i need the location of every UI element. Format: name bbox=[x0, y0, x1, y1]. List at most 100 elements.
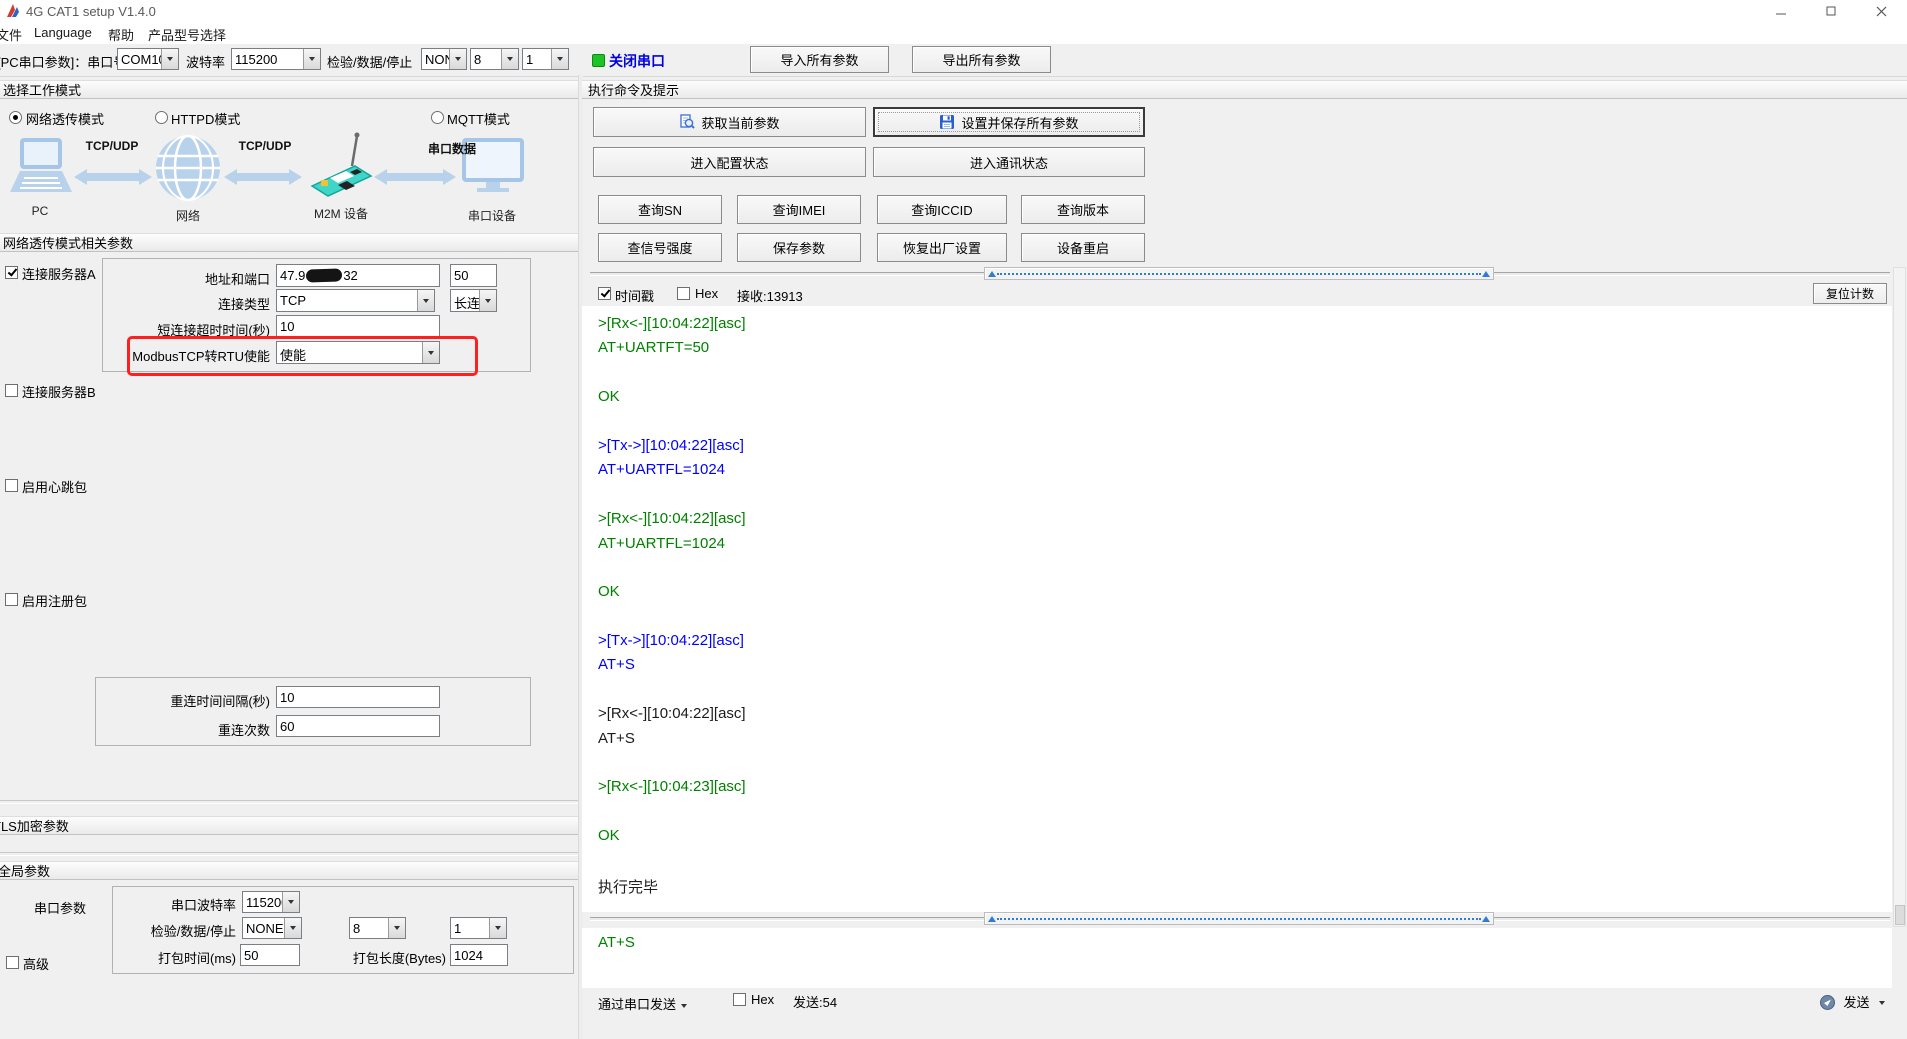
chevron-down-icon[interactable] bbox=[422, 342, 439, 363]
conn-type-select[interactable]: TCP bbox=[276, 289, 435, 312]
chevron-down-icon[interactable] bbox=[501, 49, 518, 69]
slider-thumb[interactable] bbox=[984, 912, 1494, 925]
server-address-input[interactable]: 47.9 32 bbox=[276, 264, 440, 287]
modbus-value: 使能 bbox=[280, 348, 307, 363]
chevron-down-icon[interactable] bbox=[449, 49, 466, 69]
chevron-down-icon[interactable] bbox=[303, 49, 320, 69]
chevron-down-icon[interactable] bbox=[417, 290, 434, 311]
databits-select[interactable]: 8 bbox=[470, 48, 519, 70]
chevron-down-icon[interactable] bbox=[161, 49, 178, 69]
window-title: 4G CAT1 setup V1.4.0 bbox=[26, 4, 156, 19]
stopbits-value: 1 bbox=[526, 52, 534, 67]
slider-left-marker-icon bbox=[988, 916, 996, 922]
log-line: >[Rx<-][10:04:22][asc] bbox=[598, 315, 746, 332]
server-a-checkbox[interactable] bbox=[5, 266, 18, 279]
link-label-tcpudp-2: TCP/UDP bbox=[238, 139, 292, 153]
parity-select[interactable]: NONE bbox=[421, 48, 467, 70]
get-params-button[interactable]: 获取当前参数 bbox=[593, 107, 866, 137]
baud-label: 波特率 bbox=[186, 55, 226, 70]
set-save-params-button[interactable]: 设置并保存所有参数 bbox=[873, 107, 1145, 137]
save-params-button[interactable]: 保存参数 bbox=[737, 233, 861, 262]
enter-config-button[interactable]: 进入配置状态 bbox=[593, 147, 866, 177]
app-icon bbox=[7, 4, 19, 17]
slider-thumb[interactable] bbox=[984, 267, 1494, 280]
conn-type-value: TCP bbox=[280, 293, 306, 308]
chevron-down-icon[interactable] bbox=[388, 918, 405, 938]
export-all-params-button[interactable]: 导出所有参数 bbox=[912, 46, 1051, 73]
pack-len-input[interactable]: 1024 bbox=[450, 944, 508, 966]
heartbeat-checkbox[interactable] bbox=[5, 479, 18, 492]
serial-baud-select[interactable]: 115200 bbox=[242, 891, 300, 913]
chevron-down-icon[interactable] bbox=[479, 290, 496, 311]
radio-mqtt-mode[interactable] bbox=[431, 111, 444, 124]
hex-send-checkbox[interactable] bbox=[733, 993, 746, 1006]
parity-label: 检验/数据/停止 bbox=[327, 55, 413, 70]
register-checkbox[interactable] bbox=[5, 593, 18, 606]
send-input-area[interactable]: AT+S bbox=[582, 928, 1892, 988]
close-port-button[interactable]: 关闭串口 bbox=[609, 51, 665, 71]
v-scroll-thumb[interactable] bbox=[1895, 905, 1905, 925]
radio-httpd-mode[interactable] bbox=[155, 111, 168, 124]
log-v-scrollbar[interactable] bbox=[1893, 267, 1906, 927]
query-sn-button[interactable]: 查询SN bbox=[598, 195, 722, 224]
baud-select[interactable]: 115200 bbox=[231, 48, 321, 70]
global-params-header[interactable]: 全局参数 bbox=[0, 861, 578, 880]
com-port-select[interactable]: COM10 bbox=[117, 48, 179, 70]
chevron-down-icon[interactable] bbox=[489, 918, 506, 938]
send-buffer-text: AT+S bbox=[598, 934, 635, 951]
slider-right-marker-icon bbox=[1482, 916, 1490, 922]
menu-product-model[interactable]: 产品型号选择 bbox=[148, 25, 226, 44]
serial-stopbits-select[interactable]: 1 bbox=[450, 917, 507, 939]
hex-recv-checkbox[interactable] bbox=[677, 287, 690, 300]
maximize-button[interactable] bbox=[1806, 0, 1856, 22]
factory-reset-button[interactable]: 恢复出厂设置 bbox=[877, 233, 1007, 262]
reset-count-button[interactable]: 复位计数 bbox=[1813, 283, 1887, 304]
keepalive-select[interactable]: 长连接 bbox=[450, 289, 497, 312]
advanced-label: 高级 bbox=[23, 957, 50, 972]
serial-parity-select[interactable]: NONE bbox=[242, 917, 302, 939]
server-b-checkbox[interactable] bbox=[5, 384, 18, 397]
serial-databits-select[interactable]: 8 bbox=[349, 917, 406, 939]
query-iccid-button[interactable]: 查询ICCID bbox=[877, 195, 1007, 224]
keepalive-value: 长连接 bbox=[454, 296, 479, 311]
databits-value: 8 bbox=[474, 52, 482, 67]
server-port-input[interactable]: 50 bbox=[450, 264, 497, 287]
device-restart-button[interactable]: 设备重启 bbox=[1021, 233, 1145, 262]
menu-language[interactable]: Language bbox=[34, 25, 92, 40]
enter-comm-button[interactable]: 进入通讯状态 bbox=[873, 147, 1145, 177]
short-timeout-input[interactable]: 10 bbox=[276, 315, 440, 338]
close-button[interactable] bbox=[1856, 0, 1907, 22]
slider-left-marker-icon bbox=[988, 271, 996, 277]
command-header: 执行命令及提示 bbox=[582, 80, 1907, 99]
menu-help[interactable]: 帮助 bbox=[108, 25, 134, 44]
import-all-params-button[interactable]: 导入所有参数 bbox=[750, 46, 889, 73]
log-line: AT+S bbox=[598, 729, 635, 747]
send-via-select[interactable]: 通过串口发送 bbox=[598, 994, 688, 1013]
tls-header[interactable]: TLS加密参数 bbox=[0, 816, 578, 835]
modbus-select[interactable]: 使能 bbox=[276, 341, 440, 364]
query-imei-button[interactable]: 查询IMEI bbox=[737, 195, 861, 224]
timestamp-checkbox[interactable] bbox=[598, 287, 611, 300]
work-mode-header: 选择工作模式 bbox=[0, 80, 578, 99]
send-h-slider[interactable] bbox=[590, 912, 1890, 926]
chevron-down-icon[interactable] bbox=[551, 49, 568, 69]
reconnect-interval-input[interactable]: 10 bbox=[276, 686, 440, 708]
redaction-blob bbox=[306, 268, 343, 283]
log-h-slider[interactable] bbox=[590, 267, 1890, 281]
chevron-down-icon[interactable] bbox=[282, 892, 299, 912]
reconnect-count-input[interactable]: 60 bbox=[276, 715, 440, 737]
com-port-value: COM10 bbox=[121, 52, 161, 67]
advanced-checkbox[interactable] bbox=[6, 956, 19, 969]
send-button[interactable]: 发送 bbox=[1820, 992, 1885, 1012]
pack-time-input[interactable]: 50 bbox=[240, 944, 300, 966]
query-signal-button[interactable]: 查信号强度 bbox=[598, 233, 722, 262]
log-output[interactable]: >[Rx<-][10:04:22][asc] AT+UARTFT=50 OK >… bbox=[582, 306, 1892, 912]
menu-file[interactable]: 文件 bbox=[0, 25, 22, 44]
stopbits-select[interactable]: 1 bbox=[522, 48, 569, 70]
query-version-button[interactable]: 查询版本 bbox=[1021, 195, 1145, 224]
get-params-label: 获取当前参数 bbox=[701, 115, 780, 131]
radio-transparent-mode[interactable] bbox=[9, 111, 22, 124]
chevron-down-icon[interactable] bbox=[284, 918, 301, 938]
minimize-button[interactable] bbox=[1756, 0, 1806, 22]
